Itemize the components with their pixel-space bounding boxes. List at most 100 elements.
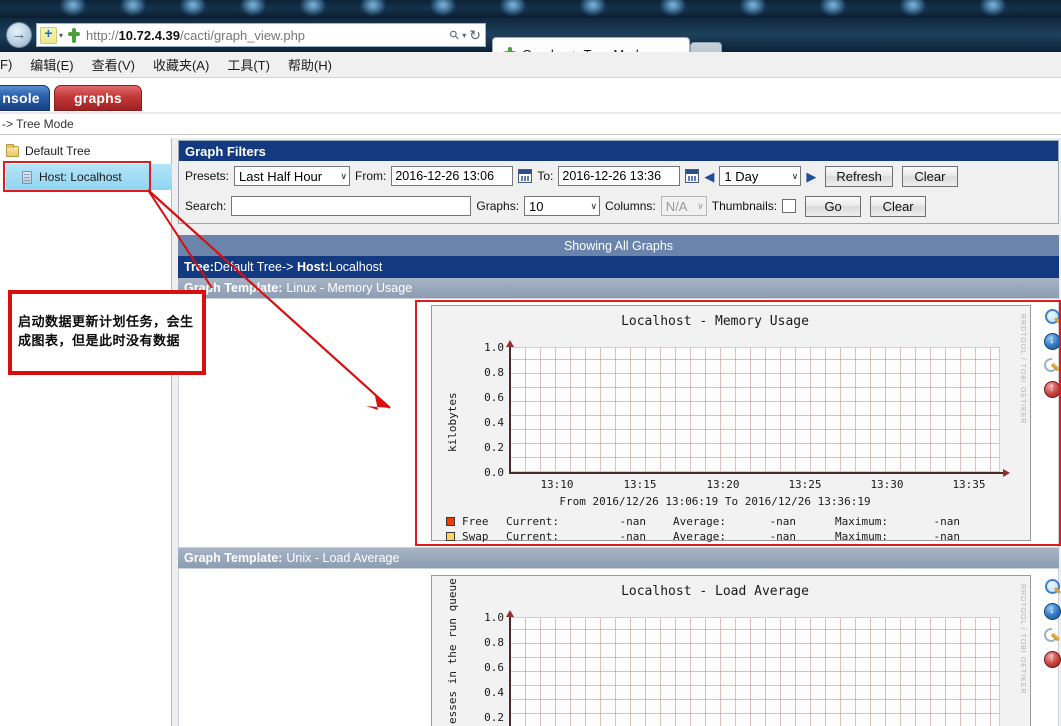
legend-row-free: Free Current: -nan Average: -nan Maximum… (446, 514, 960, 529)
chevron-down-icon: ∨ (590, 200, 598, 211)
graph-template-bar-2: Graph Template: Unix - Load Average (178, 548, 1059, 568)
chevron-down-icon[interactable]: ▾ (462, 31, 466, 40)
rrdtool-credit-1: RRDTOOL / TOBI OETIKER (1019, 314, 1026, 425)
graph-row-load-average: Localhost - Load Average esses in the ru… (178, 568, 1061, 726)
menu-item-file[interactable]: F) (0, 57, 12, 72)
menu-item-favorites[interactable]: 收藏夹(A) (153, 55, 209, 74)
clear-button-bottom[interactable]: Clear (870, 195, 927, 217)
menu-item-tools[interactable]: 工具(T) (227, 55, 270, 74)
legend-current-label-swap: Current: (506, 530, 559, 543)
plot-area-2 (510, 617, 1000, 726)
address-bar[interactable]: ▾ http://10.72.4.39/cacti/graph_view.php… (36, 23, 486, 47)
calendar-icon[interactable] (518, 169, 533, 183)
tree-item-label: Host: Localhost (39, 170, 122, 184)
browser-toolbar: → ▾ http://10.72.4.39/cacti/graph_view.p… (0, 18, 1061, 52)
calendar-icon[interactable] (685, 169, 700, 183)
zoom-icon[interactable] (1044, 579, 1061, 596)
go-button[interactable]: Go (805, 195, 862, 217)
x-tick-1-4: 13:30 (870, 478, 904, 491)
graphs-per-page-select[interactable]: 10 ∨ (524, 196, 601, 216)
from-date-value: 2016-12-26 13:06 (395, 169, 495, 183)
browser-tab[interactable]: Graphs -> Tree Mode × (492, 37, 690, 52)
y-axis-arrow-2 (506, 610, 514, 617)
url-text: http://10.72.4.39/cacti/graph_view.php (86, 28, 305, 43)
legend-name-free: Free (462, 515, 489, 528)
refresh-button[interactable]: Refresh (825, 165, 893, 187)
x-axis-arrow-1 (1003, 469, 1010, 477)
shift-left-icon[interactable]: ◀ (704, 170, 714, 183)
legend-swatch-free (446, 517, 455, 526)
legend-swatch-swap (446, 532, 455, 541)
y-tick-2-4: 0.2 (484, 711, 504, 724)
filters-row-2: Search: Graphs: 10 ∨ Columns: N/A ∨ Thum… (179, 191, 1058, 221)
window-titlebar (0, 0, 1061, 18)
legend-average-value-swap: -nan (769, 530, 797, 543)
y-tick-2-1: 0.8 (484, 636, 504, 649)
menu-item-edit[interactable]: 编辑(E) (30, 55, 73, 74)
tree-path-bar: Tree: Default Tree-> Host: Localhost (178, 256, 1059, 278)
screen: → ▾ http://10.72.4.39/cacti/graph_view.p… (0, 0, 1061, 726)
to-date-input[interactable]: 2016-12-26 13:36 (558, 166, 681, 186)
url-protocol: http:// (86, 27, 119, 43)
wrench-icon[interactable] (1044, 627, 1061, 644)
graph-template-bar-1: Graph Template: Linux - Memory Usage (178, 278, 1059, 298)
main-content: Graph Filters Presets: Last Half Hour ∨ … (172, 138, 1061, 726)
zoom-icon[interactable] (1044, 309, 1061, 326)
wrench-icon[interactable] (1044, 357, 1061, 374)
cacti-tab-console[interactable]: nsole (0, 85, 50, 111)
graph-actions-1 (1041, 309, 1061, 398)
chevron-down-icon: ∨ (791, 170, 799, 181)
tree-root-item[interactable]: Default Tree (0, 138, 171, 158)
columns-value: N/A (665, 198, 688, 214)
graph-image-load-average[interactable]: Localhost - Load Average esses in the ru… (431, 575, 1031, 726)
chevron-down-icon[interactable]: ▾ (59, 31, 63, 40)
from-date-input[interactable]: 2016-12-26 13:06 (391, 166, 514, 186)
chevron-down-icon: ∨ (340, 170, 348, 181)
graph-title-2: Localhost - Load Average (621, 584, 809, 599)
shield-icon[interactable] (40, 25, 57, 44)
legend-average-label-free: Average: (673, 515, 726, 528)
back-button[interactable]: → (6, 22, 32, 48)
legend-current-value-swap: -nan (619, 530, 647, 543)
page-bottom-icon[interactable] (1043, 602, 1061, 620)
graphs-label: Graphs: (476, 199, 520, 213)
graph-ylabel-1: kilobytes (446, 392, 459, 452)
y-tick-1-3: 0.4 (484, 416, 504, 429)
y-tick-1-5: 0.0 (484, 466, 504, 479)
chevron-down-icon: ∨ (697, 200, 704, 211)
clear-button-top[interactable]: Clear (901, 165, 958, 187)
page-bottom-icon[interactable] (1043, 332, 1061, 350)
columns-select: N/A ∨ (660, 196, 707, 216)
tree-root-label: Default Tree (25, 144, 91, 158)
page-top-icon[interactable] (1043, 650, 1061, 668)
menu-item-help[interactable]: 帮助(H) (288, 55, 332, 74)
graph-filters-panel: Graph Filters Presets: Last Half Hour ∨ … (178, 140, 1059, 224)
cacti-tab-graphs[interactable]: graphs (54, 85, 142, 111)
tree-path-name: Default Tree-> (213, 260, 294, 274)
presets-select[interactable]: Last Half Hour ∨ (234, 166, 351, 186)
y-tick-2-3: 0.4 (484, 686, 504, 699)
thumbnails-checkbox[interactable] (782, 199, 797, 213)
url-host: 10.72.4.39 (118, 27, 180, 43)
menu-item-view[interactable]: 查看(V) (92, 55, 135, 74)
shift-right-icon[interactable]: ▶ (806, 170, 816, 183)
legend-average-label-swap: Average: (673, 530, 726, 543)
x-tick-1-5: 13:35 (952, 478, 986, 491)
y-tick-1-1: 0.8 (484, 366, 504, 379)
time-span-select[interactable]: 1 Day ∨ (719, 166, 802, 186)
x-tick-1-0: 13:10 (540, 478, 574, 491)
tree-host-prefix: Host: (296, 260, 329, 274)
search-icon[interactable]: ⚲ (447, 27, 463, 43)
reload-icon[interactable]: ↻ (469, 27, 481, 44)
graph-row-memory-usage: Localhost - Memory Usage kilobytes 1.0 0… (178, 298, 1061, 548)
graph-image-memory-usage[interactable]: Localhost - Memory Usage kilobytes 1.0 0… (431, 305, 1031, 543)
cacti-header (0, 78, 1061, 112)
legend-current-value-free: -nan (619, 515, 647, 528)
page-top-icon[interactable] (1043, 380, 1061, 398)
tree-item-host-localhost[interactable]: Host: Localhost (6, 164, 158, 190)
search-input[interactable] (231, 196, 472, 216)
graph-ylabel-2: esses in the run queue (446, 578, 459, 724)
cacti-favicon (68, 27, 81, 43)
legend-current-label-free: Current: (506, 515, 559, 528)
search-label: Search: (185, 199, 227, 213)
